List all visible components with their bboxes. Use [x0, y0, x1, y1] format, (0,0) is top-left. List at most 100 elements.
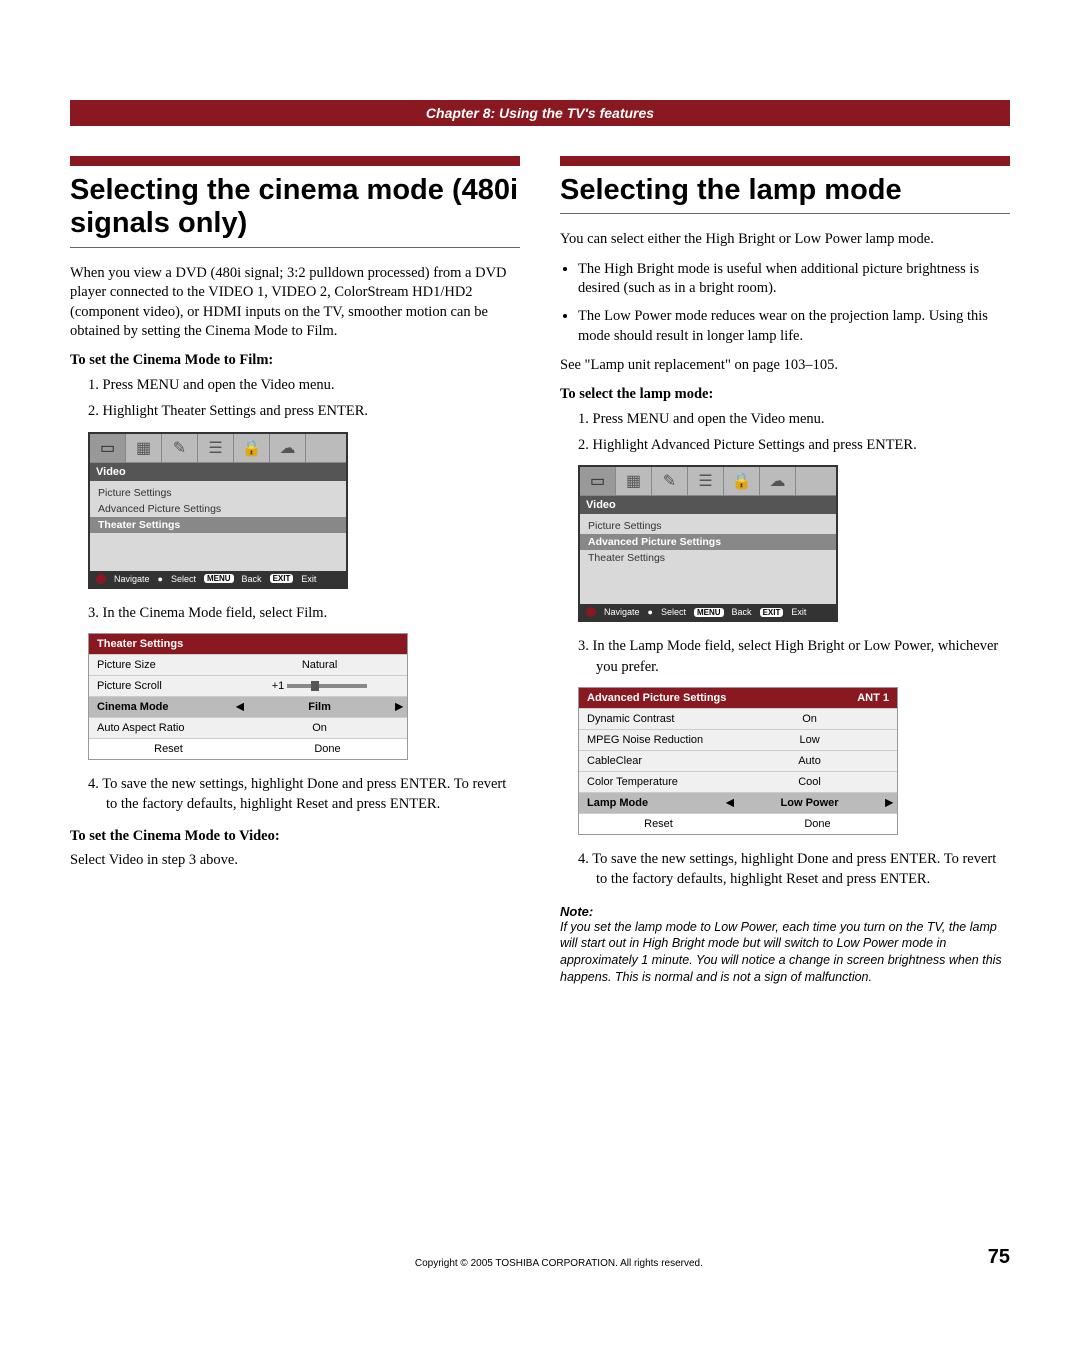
- page-number: 75: [988, 1246, 1010, 1269]
- row-value: On: [722, 709, 897, 729]
- nav-dot-icon: [96, 574, 106, 584]
- row-value-text: Film: [308, 701, 331, 713]
- row-label-highlight: Lamp Mode: [579, 793, 722, 813]
- footer-menu-btn: MENU: [694, 608, 724, 617]
- triangle-left-icon: ◀: [236, 701, 244, 712]
- left-step-1: 1. Press MENU and open the Video menu.: [88, 375, 520, 395]
- settings-header: Advanced Picture Settings: [587, 692, 726, 704]
- row-label: Picture Scroll: [89, 676, 232, 696]
- done-action: Done: [248, 739, 407, 759]
- right-step-2: 2. Highlight Advanced Picture Settings a…: [578, 435, 1010, 455]
- triangle-right-icon: ▶: [395, 701, 403, 712]
- bullet-high-bright: The High Bright mode is useful when addi…: [578, 260, 1010, 299]
- row-value-highlight: ◀ Film ▶: [232, 697, 407, 717]
- chapter-header: Chapter 8: Using the TV's features: [70, 100, 1010, 126]
- footer-exit-btn: EXIT: [270, 574, 294, 583]
- right-step-3: 3. In the Lamp Mode field, select High B…: [578, 636, 1010, 677]
- left-title: Selecting the cinema mode (480i signals …: [70, 156, 520, 248]
- left-intro: When you view a DVD (480i signal; 3:2 pu…: [70, 264, 520, 342]
- menu-item-selected: Advanced Picture Settings: [580, 534, 836, 550]
- right-column: Selecting the lamp mode You can select e…: [560, 156, 1010, 986]
- video-menu-screenshot-left: ▭ ▦ ✎ ☰ 🔒 ☁ Video Picture Settings Advan…: [88, 432, 348, 589]
- triangle-left-icon: ◀: [726, 797, 734, 808]
- left-step-3: 3. In the Cinema Mode field, select Film…: [88, 603, 520, 623]
- row-label: Color Temperature: [579, 772, 722, 792]
- reset-action: Reset: [579, 814, 738, 834]
- right-to-select: To select the lamp mode:: [560, 386, 1010, 403]
- menu-footer: Navigate ● Select MENU Back EXIT Exit: [90, 571, 346, 587]
- right-title: Selecting the lamp mode: [560, 156, 1010, 214]
- copyright: Copyright © 2005 TOSHIBA CORPORATION. Al…: [130, 1258, 988, 1269]
- row-value: Natural: [232, 655, 407, 675]
- menu-tab-icon: ☰: [688, 467, 724, 495]
- menu-tab-icon: ▦: [126, 434, 162, 462]
- advanced-settings-table: Advanced Picture Settings ANT 1 Dynamic …: [578, 687, 898, 835]
- footer-exit-btn: EXIT: [760, 608, 784, 617]
- bullet-low-power: The Low Power mode reduces wear on the p…: [578, 307, 1010, 346]
- menu-item: Picture Settings: [90, 485, 346, 501]
- left-to-video: To set the Cinema Mode to Video:: [70, 828, 520, 845]
- left-to-video-body: Select Video in step 3 above.: [70, 851, 520, 871]
- footer-select: Select: [171, 574, 196, 584]
- settings-header: Theater Settings: [97, 638, 183, 650]
- menu-item: Picture Settings: [580, 518, 836, 534]
- row-label: Auto Aspect Ratio: [89, 718, 232, 738]
- menu-tab-icon: ▭: [580, 467, 616, 495]
- right-step-4: 4. To save the new settings, highlight D…: [578, 849, 1010, 890]
- row-value-slider: +1: [232, 676, 407, 696]
- row-value: Cool: [722, 772, 897, 792]
- footer-select: Select: [661, 607, 686, 617]
- row-value: On: [232, 718, 407, 738]
- right-intro: You can select either the High Bright or…: [560, 230, 1010, 250]
- row-label-highlight: Cinema Mode: [89, 697, 232, 717]
- menu-title: Video: [90, 463, 346, 481]
- menu-item-selected: Theater Settings: [90, 517, 346, 533]
- menu-tab-icon: ☁: [760, 467, 796, 495]
- note-heading: Note:: [560, 904, 1010, 919]
- nav-dot-icon: [586, 607, 596, 617]
- row-label: Picture Size: [89, 655, 232, 675]
- menu-tab-icon: ✎: [162, 434, 198, 462]
- left-step-4: 4. To save the new settings, highlight D…: [88, 774, 520, 815]
- slider-thumb: [311, 681, 319, 691]
- footer-menu-btn: MENU: [204, 574, 234, 583]
- theater-settings-table: Theater Settings Picture Size Natural Pi…: [88, 633, 408, 760]
- left-column: Selecting the cinema mode (480i signals …: [70, 156, 520, 986]
- footer-navigate: Navigate: [114, 574, 150, 584]
- row-value: Low: [722, 730, 897, 750]
- row-value: Auto: [722, 751, 897, 771]
- menu-item: Advanced Picture Settings: [90, 501, 346, 517]
- row-value-text: Low Power: [781, 797, 839, 809]
- menu-item: Theater Settings: [580, 550, 836, 566]
- triangle-right-icon: ▶: [885, 797, 893, 808]
- footer-navigate: Navigate: [604, 607, 640, 617]
- reset-action: Reset: [89, 739, 248, 759]
- menu-tab-icon: ☰: [198, 434, 234, 462]
- settings-header-right: ANT 1: [857, 692, 889, 704]
- footer-exit: Exit: [791, 607, 806, 617]
- row-label: CableClear: [579, 751, 722, 771]
- footer-back: Back: [242, 574, 262, 584]
- slider-value: +1: [272, 680, 285, 692]
- footer-exit: Exit: [301, 574, 316, 584]
- left-step-2: 2. Highlight Theater Settings and press …: [88, 401, 520, 421]
- menu-tab-icon: ☁: [270, 434, 306, 462]
- menu-title: Video: [580, 496, 836, 514]
- menu-tab-icon: ▭: [90, 434, 126, 462]
- done-action: Done: [738, 814, 897, 834]
- note-body: If you set the lamp mode to Low Power, e…: [560, 919, 1010, 987]
- right-step-1: 1. Press MENU and open the Video menu.: [578, 409, 1010, 429]
- menu-tab-icon: ▦: [616, 467, 652, 495]
- menu-footer: Navigate ● Select MENU Back EXIT Exit: [580, 604, 836, 620]
- video-menu-screenshot-right: ▭ ▦ ✎ ☰ 🔒 ☁ Video Picture Settings Advan…: [578, 465, 838, 622]
- left-to-set: To set the Cinema Mode to Film:: [70, 352, 520, 369]
- row-label: MPEG Noise Reduction: [579, 730, 722, 750]
- row-label: Dynamic Contrast: [579, 709, 722, 729]
- footer-back: Back: [732, 607, 752, 617]
- menu-tab-icon: 🔒: [724, 467, 760, 495]
- see-ref: See "Lamp unit replacement" on page 103–…: [560, 356, 1010, 376]
- menu-tab-icon: ✎: [652, 467, 688, 495]
- row-value-highlight: ◀ Low Power ▶: [722, 793, 897, 813]
- slider-track: [287, 684, 367, 688]
- menu-tab-icon: 🔒: [234, 434, 270, 462]
